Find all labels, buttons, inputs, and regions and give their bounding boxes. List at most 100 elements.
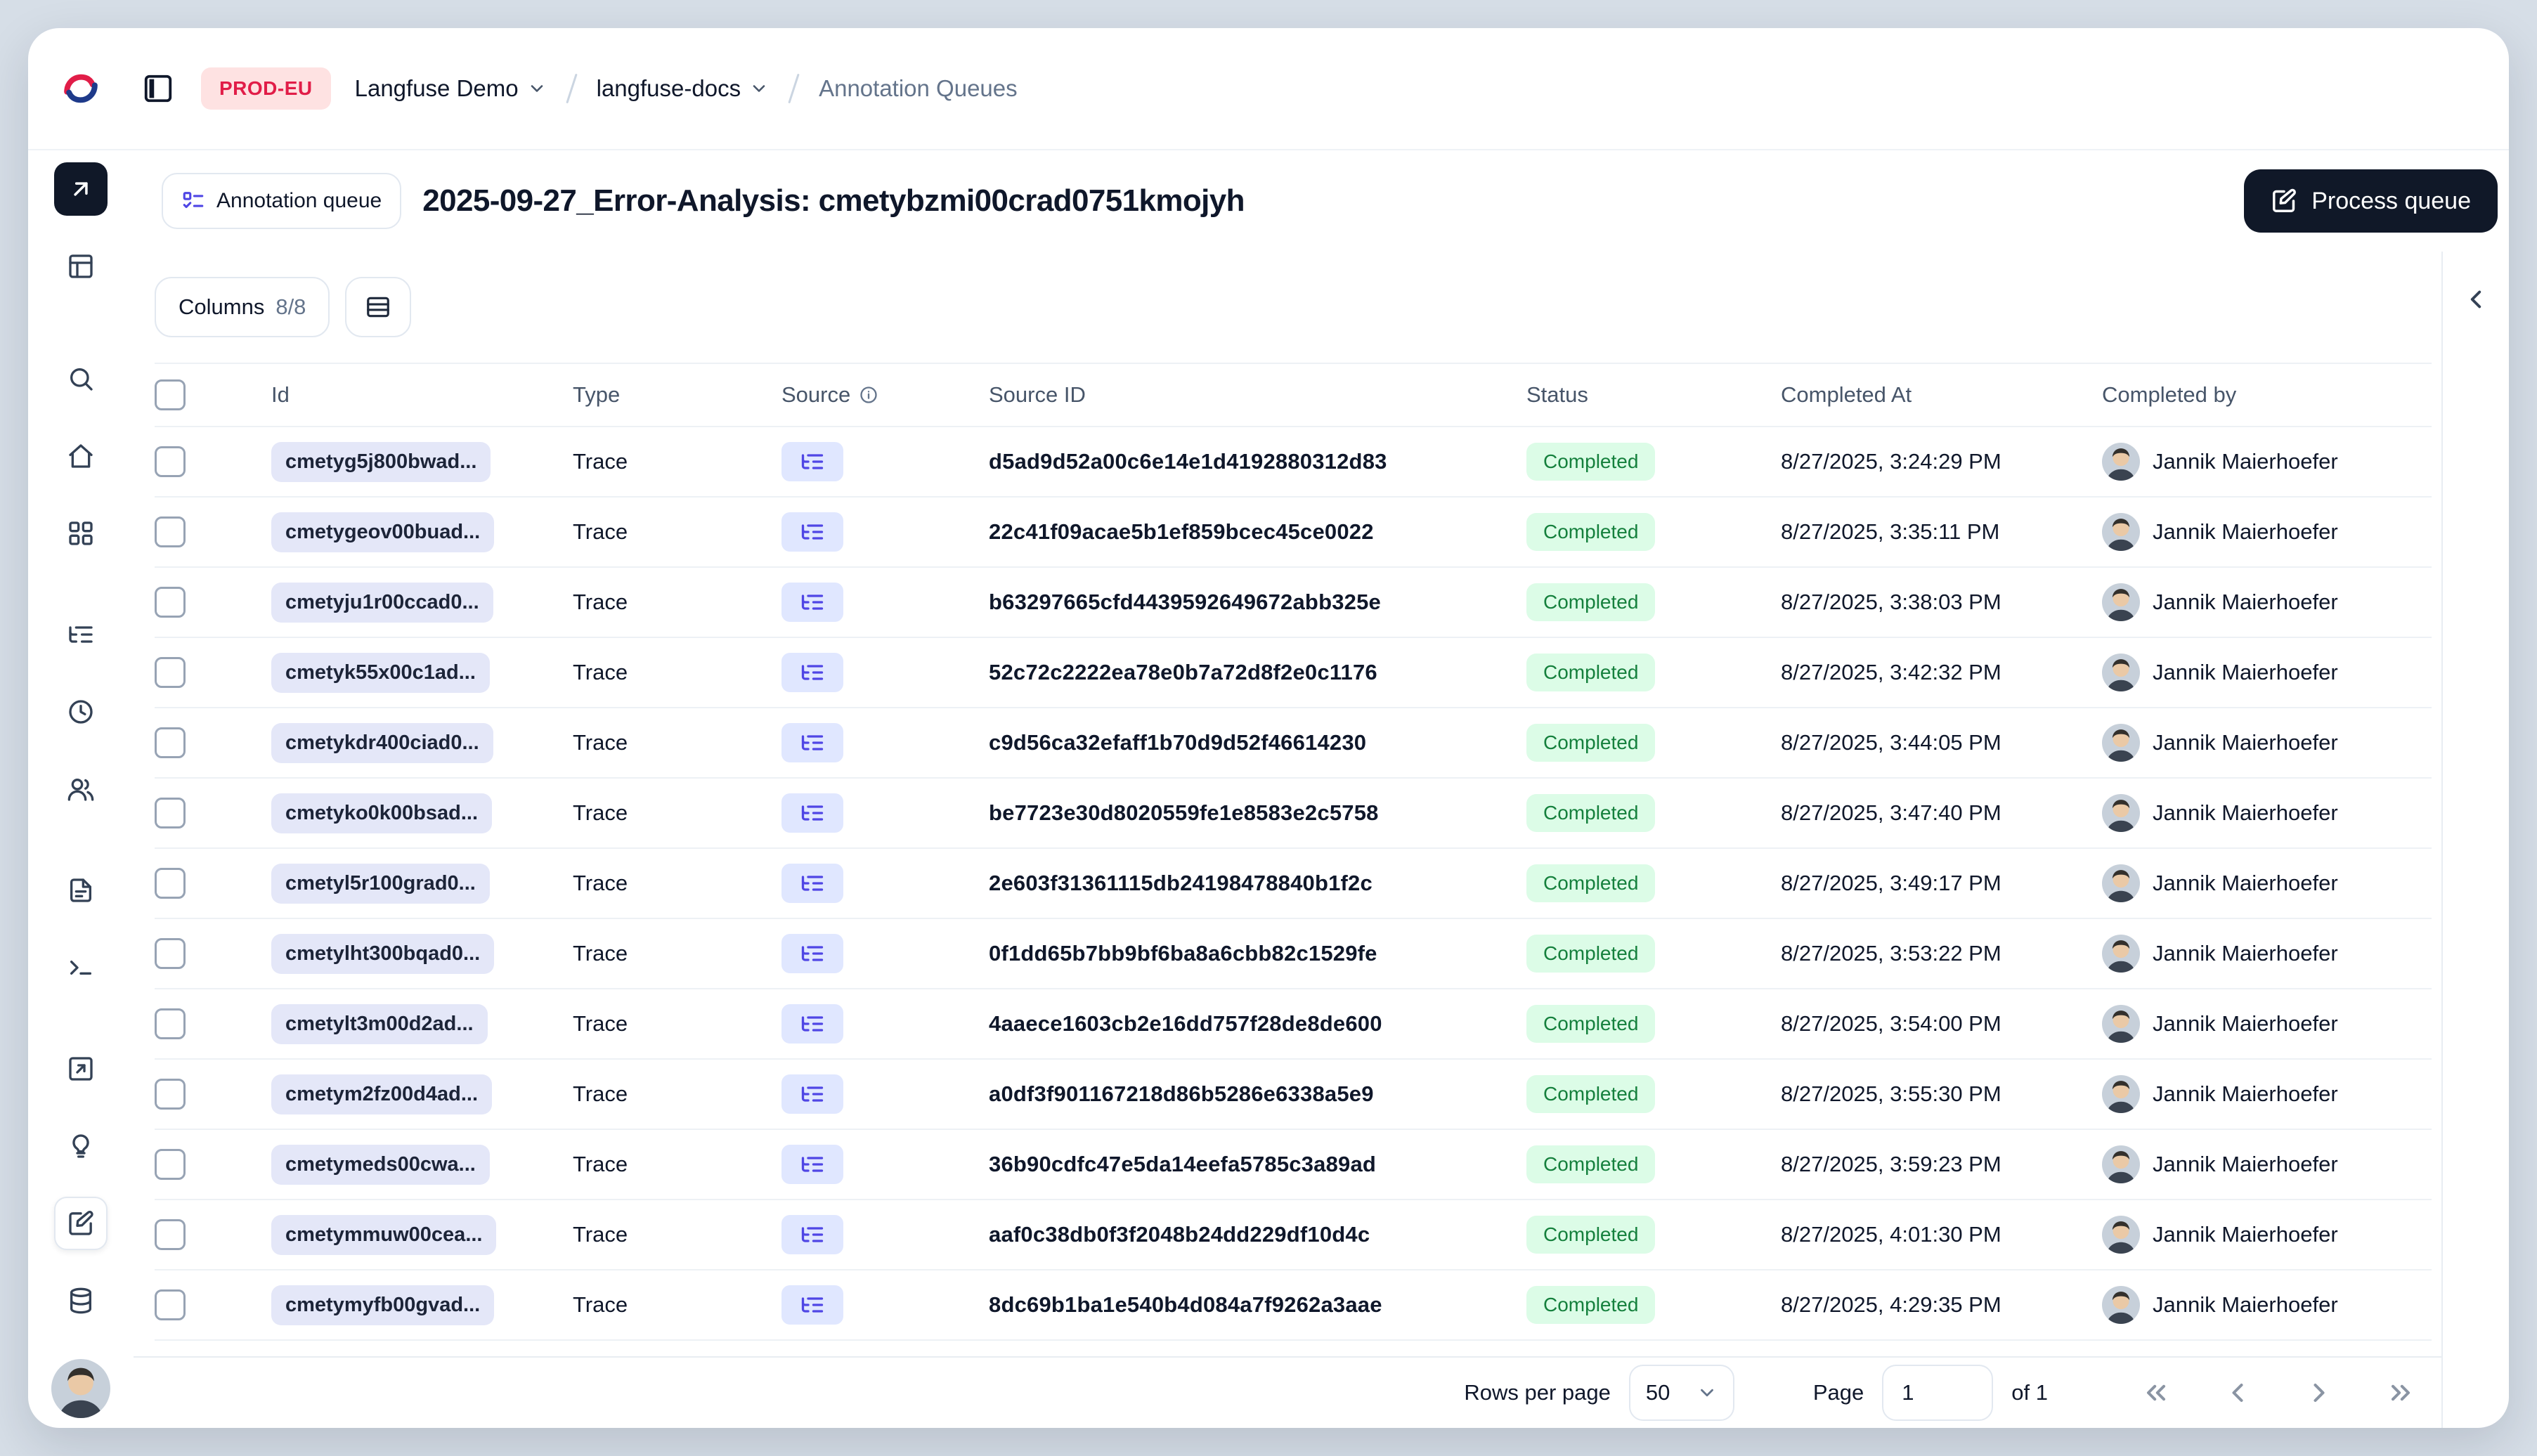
item-id-badge[interactable]: cmetyg5j800bwad... <box>271 441 491 482</box>
avatar-image <box>2102 1286 2140 1324</box>
item-id-badge[interactable]: cmetymeds00cwa... <box>271 1144 490 1185</box>
dashboards-button[interactable] <box>54 507 108 560</box>
source-trace-button[interactable] <box>781 1074 843 1114</box>
datasets-button[interactable] <box>54 1274 108 1327</box>
playground-button[interactable] <box>54 941 108 994</box>
table-row[interactable]: cmetyk55x00c1ad... Trace 52c72c2222ea78e… <box>155 638 2432 708</box>
org-switcher[interactable]: Langfuse Demo <box>355 75 547 102</box>
row-checkbox[interactable] <box>155 1079 186 1110</box>
row-checkbox[interactable] <box>155 798 186 828</box>
completed-at-value: 8/27/2025, 3:24:29 PM <box>1781 449 2001 474</box>
item-type: Trace <box>573 519 628 544</box>
insights-button[interactable] <box>54 1119 108 1173</box>
column-header-status[interactable]: Status <box>1526 382 1781 408</box>
source-trace-button[interactable] <box>781 583 843 622</box>
row-checkbox[interactable] <box>155 1289 186 1320</box>
item-id-badge[interactable]: cmetygeov00buad... <box>271 512 495 552</box>
table-row[interactable]: cmetymmuw00cea... Trace aaf0c38db0f3f204… <box>155 1200 2432 1270</box>
item-id-badge[interactable]: cmetylt3m00d2ad... <box>271 1003 488 1044</box>
source-trace-button[interactable] <box>781 864 843 903</box>
prompts-button[interactable] <box>54 864 108 917</box>
project-switcher[interactable]: langfuse-docs <box>597 75 769 102</box>
page-number-input[interactable] <box>1882 1365 1994 1421</box>
table-view-button[interactable] <box>54 240 108 293</box>
source-trace-button[interactable] <box>781 653 843 692</box>
table-row[interactable]: cmetylht300bqad0... Trace 0f1dd65b7bb9bf… <box>155 919 2432 989</box>
source-trace-button[interactable] <box>781 1215 843 1254</box>
row-checkbox[interactable] <box>155 1219 186 1250</box>
row-checkbox[interactable] <box>155 1008 186 1039</box>
source-trace-button[interactable] <box>781 1285 843 1325</box>
table-row[interactable]: cmetylt3m00d2ad... Trace 4aaece1603cb2e1… <box>155 989 2432 1060</box>
table-row[interactable]: cmetyju1r00ccad0... Trace b63297665cfd44… <box>155 568 2432 638</box>
source-trace-button[interactable] <box>781 934 843 973</box>
item-id-badge[interactable]: cmetyju1r00ccad0... <box>271 582 493 623</box>
item-id-badge[interactable]: cmetymyfb00gvad... <box>271 1285 495 1325</box>
column-header-completed-by[interactable]: Completed by <box>2102 382 2432 408</box>
table-row[interactable]: cmetyg5j800bwad... Trace d5ad9d52a00c6e1… <box>155 427 2432 498</box>
row-checkbox[interactable] <box>155 446 186 477</box>
search-button[interactable] <box>54 352 108 405</box>
langfuse-logo[interactable] <box>28 69 134 108</box>
table-row[interactable]: cmetykdr400ciad0... Trace c9d56ca32efaff… <box>155 708 2432 779</box>
rows-per-page-select[interactable]: 50 <box>1628 1365 1734 1421</box>
users-button[interactable] <box>54 762 108 816</box>
column-header-completed-at[interactable]: Completed At <box>1781 382 2102 408</box>
terminal-icon <box>70 961 91 975</box>
sidebar-toggle-button[interactable] <box>134 64 183 113</box>
home-button[interactable] <box>54 429 108 483</box>
row-checkbox[interactable] <box>155 868 186 899</box>
table-row[interactable]: cmetym2fz00d4ad... Trace a0df3f901167218… <box>155 1060 2432 1130</box>
process-queue-button[interactable]: Process queue <box>2244 169 2498 233</box>
item-id-badge[interactable]: cmetymmuw00cea... <box>271 1214 497 1255</box>
table-row[interactable]: cmetymeds00cwa... Trace 36b90cdfc47e5da1… <box>155 1130 2432 1200</box>
item-id-badge[interactable]: cmetyl5r100grad0... <box>271 863 490 904</box>
item-id-badge[interactable]: cmetym2fz00d4ad... <box>271 1074 493 1114</box>
status-badge: Completed <box>1526 935 1656 973</box>
source-trace-button[interactable] <box>781 723 843 762</box>
next-page-button[interactable] <box>2297 1370 2342 1415</box>
rows-per-page-label: Rows per page <box>1464 1380 1611 1405</box>
item-id-badge[interactable]: cmetykdr400ciad0... <box>271 722 493 763</box>
avatar-image <box>2102 1145 2140 1183</box>
table-row[interactable]: cmetyl5r100grad0... Trace 2e603f31361115… <box>155 849 2432 919</box>
column-header-source-id[interactable]: Source ID <box>989 382 1526 408</box>
select-all-checkbox[interactable] <box>155 379 186 410</box>
list-tree-icon <box>801 946 824 961</box>
item-id-badge[interactable]: cmetyko0k00bsad... <box>271 793 493 833</box>
row-checkbox[interactable] <box>155 727 186 758</box>
column-header-type[interactable]: Type <box>573 382 781 408</box>
columns-button[interactable]: Columns 8/8 <box>155 277 330 337</box>
open-external-button[interactable] <box>54 162 108 216</box>
status-badge: Completed <box>1526 724 1656 762</box>
table-row[interactable]: cmetyko0k00bsad... Trace be7723e30d80205… <box>155 779 2432 849</box>
source-trace-button[interactable] <box>781 512 843 552</box>
annotation-queues-button[interactable] <box>54 1197 108 1250</box>
last-page-button[interactable] <box>2378 1370 2423 1415</box>
column-header-id[interactable]: Id <box>271 382 573 408</box>
table-row[interactable]: cmetymyfb00gvad... Trace 8dc69b1ba1e540b… <box>155 1270 2432 1341</box>
user-avatar[interactable] <box>51 1359 110 1418</box>
row-checkbox[interactable] <box>155 1149 186 1180</box>
tracing-button[interactable] <box>54 608 108 661</box>
column-header-source[interactable]: Source <box>781 382 989 408</box>
source-trace-button[interactable] <box>781 1004 843 1044</box>
table-row[interactable]: cmetygeov00buad... Trace 22c41f09acae5b1… <box>155 498 2432 568</box>
evaluation-button[interactable] <box>54 1042 108 1096</box>
source-trace-button[interactable] <box>781 793 843 833</box>
row-checkbox[interactable] <box>155 516 186 547</box>
expand-panel-button[interactable] <box>2452 275 2500 323</box>
first-page-button[interactable] <box>2134 1370 2179 1415</box>
completed-at-value: 8/27/2025, 4:01:30 PM <box>1781 1222 2001 1247</box>
item-id-badge[interactable]: cmetyk55x00c1ad... <box>271 652 490 693</box>
item-id-badge[interactable]: cmetylht300bqad0... <box>271 933 495 974</box>
previous-page-button[interactable] <box>2215 1370 2260 1415</box>
row-checkbox[interactable] <box>155 587 186 618</box>
source-trace-button[interactable] <box>781 442 843 481</box>
sessions-button[interactable] <box>54 685 108 739</box>
source-trace-button[interactable] <box>781 1145 843 1184</box>
row-checkbox[interactable] <box>155 938 186 969</box>
source-id-value: 0f1dd65b7bb9bf6ba8a6cbb82c1529fe <box>989 941 1377 966</box>
row-height-button[interactable] <box>345 277 412 337</box>
row-checkbox[interactable] <box>155 657 186 688</box>
